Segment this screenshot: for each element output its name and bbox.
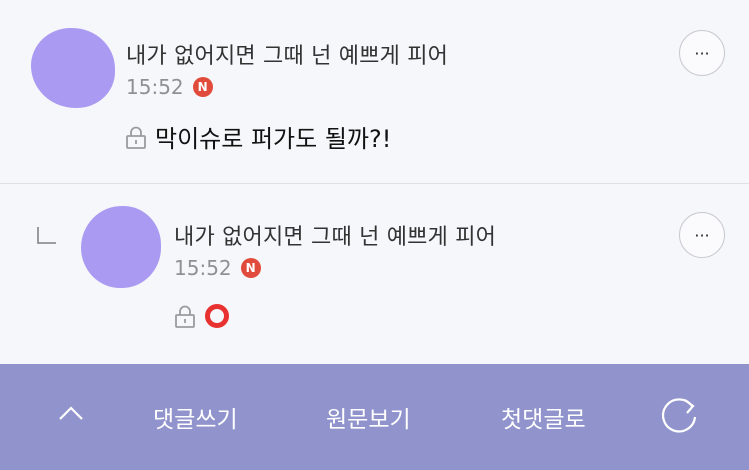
comment-time: 15:52 bbox=[174, 256, 232, 280]
comment-nickname[interactable]: 내가 없어지면 그때 넌 예쁘게 피어 bbox=[126, 38, 448, 70]
bottom-action-bar: 댓글쓰기 원문보기 첫댓글로 bbox=[0, 364, 749, 470]
comment-body bbox=[174, 304, 229, 328]
first-comment-button[interactable]: 첫댓글로 bbox=[501, 400, 586, 434]
write-comment-button[interactable]: 댓글쓰기 bbox=[153, 400, 238, 434]
reply-arrow-icon bbox=[37, 227, 56, 244]
more-dots-icon: ··· bbox=[694, 43, 710, 63]
new-badge: N bbox=[240, 258, 261, 278]
scroll-up-chevron-icon[interactable] bbox=[57, 399, 85, 427]
comment-body: 막이슈로 퍼가도 될까?! bbox=[125, 119, 391, 154]
new-badge: N bbox=[192, 77, 213, 97]
comment-time: 15:52 bbox=[126, 75, 184, 99]
avatar[interactable] bbox=[81, 206, 161, 288]
view-original-button[interactable]: 원문보기 bbox=[326, 400, 411, 434]
refresh-icon[interactable] bbox=[656, 392, 702, 438]
more-dots-icon: ··· bbox=[694, 225, 710, 245]
comment-meta: 15:52 N bbox=[174, 256, 261, 280]
more-options-button[interactable]: ··· bbox=[679, 212, 725, 258]
lock-icon bbox=[175, 305, 195, 328]
more-options-button[interactable]: ··· bbox=[679, 30, 725, 76]
reply-item: 내가 없어지면 그때 넌 예쁘게 피어 15:52 N ··· bbox=[0, 184, 749, 364]
comment-nickname[interactable]: 내가 없어지면 그때 넌 예쁘게 피어 bbox=[174, 219, 496, 251]
lock-icon bbox=[126, 126, 146, 149]
red-circle-emoji-icon bbox=[205, 304, 229, 328]
avatar[interactable] bbox=[31, 28, 115, 108]
comment-meta: 15:52 N bbox=[126, 75, 213, 99]
comment-text: 막이슈로 퍼가도 될까?! bbox=[155, 125, 392, 153]
comment-item: 내가 없어지면 그때 넌 예쁘게 피어 15:52 N 막이슈로 퍼가도 될까?… bbox=[0, 0, 749, 184]
